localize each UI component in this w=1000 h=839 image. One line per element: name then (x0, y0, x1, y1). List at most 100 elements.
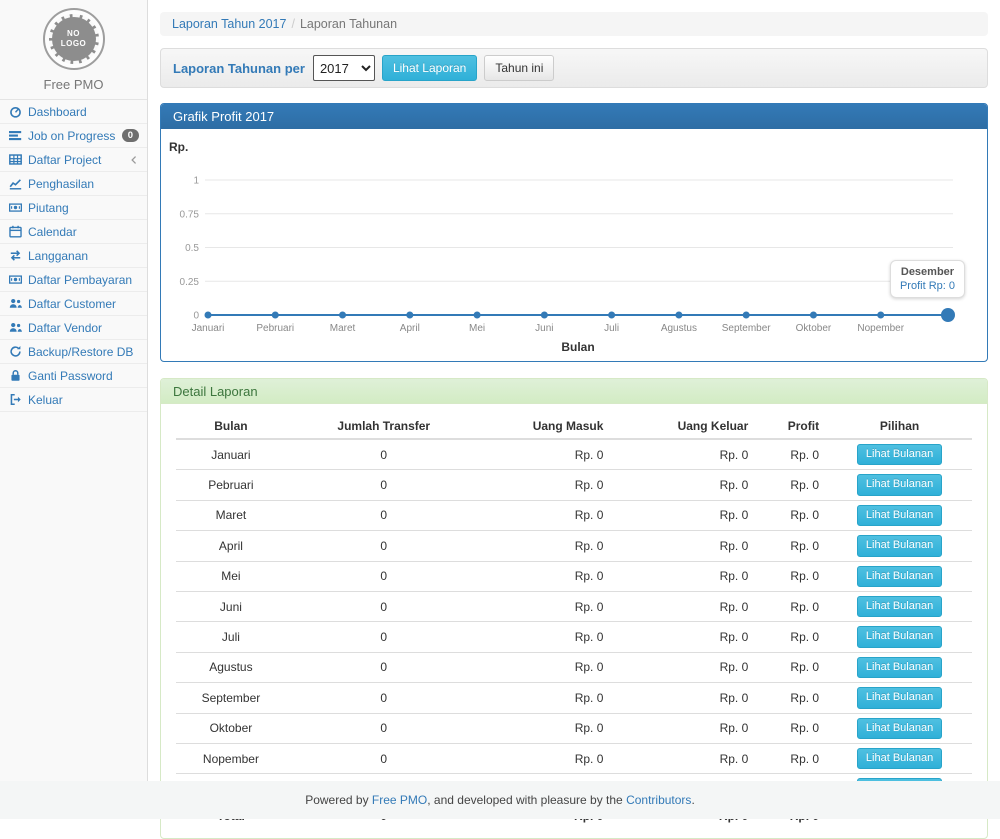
lihat-bulanan-button[interactable]: Lihat Bulanan (857, 657, 942, 678)
table-cell-action: Lihat Bulanan (827, 531, 972, 561)
lihat-bulanan-button[interactable]: Lihat Bulanan (857, 596, 942, 617)
breadcrumb-link-laporan-tahun[interactable]: Laporan Tahun 2017 (172, 17, 286, 31)
table-cell: Rp. 0 (482, 591, 612, 621)
lihat-bulanan-button[interactable]: Lihat Bulanan (857, 444, 942, 465)
x-tick-label: Januari (192, 323, 225, 334)
lihat-bulanan-button[interactable]: Lihat Bulanan (857, 687, 942, 708)
sidebar-item-label: Penghasilan (28, 177, 94, 191)
brand: NO LOGO Free PMO (0, 0, 147, 99)
data-point (541, 312, 548, 319)
refresh-icon (9, 345, 22, 358)
lihat-bulanan-button[interactable]: Lihat Bulanan (857, 474, 942, 495)
lock-icon (9, 369, 22, 382)
sidebar-item-keluar[interactable]: Keluar (0, 388, 147, 412)
table-cell: Rp. 0 (611, 439, 756, 470)
sidebar-item-backup-restore-db[interactable]: Backup/Restore DB (0, 340, 147, 364)
table-cell: Rp. 0 (482, 683, 612, 713)
sidebar-item-dashboard[interactable]: Dashboard (0, 100, 147, 124)
table-cell: Rp. 0 (482, 743, 612, 773)
lihat-bulanan-button[interactable]: Lihat Bulanan (857, 718, 942, 739)
chart-tooltip: Desember Profit Rp: 0 (890, 260, 965, 298)
table-row: September0Rp. 0Rp. 0Rp. 0Lihat Bulanan (176, 683, 972, 713)
sidebar-item-job-on-progress[interactable]: Job on Progress0 (0, 124, 147, 148)
table-cell: Rp. 0 (482, 561, 612, 591)
sidebar-item-piutang[interactable]: Piutang (0, 196, 147, 220)
table-cell: Rp. 0 (482, 713, 612, 743)
column-header-pilihan: Pilihan (827, 414, 972, 439)
chart-area[interactable]: Rp.10.750.50.250JanuariPebruariMaretApri… (161, 129, 987, 361)
table-cell: Oktober (176, 713, 286, 743)
x-axis-title: Bulan (561, 340, 594, 354)
data-point (406, 312, 413, 319)
table-cell: Rp. 0 (756, 531, 827, 561)
table-cell: Maret (176, 500, 286, 530)
table-cell-action: Lihat Bulanan (827, 591, 972, 621)
data-point (474, 312, 481, 319)
table-cell: 0 (286, 683, 482, 713)
data-point (272, 312, 279, 319)
profit-line-chart[interactable]: Rp.10.750.50.250JanuariPebruariMaretApri… (161, 133, 987, 355)
sign-out-icon (9, 393, 22, 406)
y-tick-label: 0.75 (180, 209, 200, 220)
table-cell: Rp. 0 (756, 713, 827, 743)
sidebar-item-label: Keluar (28, 393, 63, 407)
lihat-bulanan-button[interactable]: Lihat Bulanan (857, 566, 942, 587)
tahun-ini-button[interactable]: Tahun ini (484, 55, 554, 82)
table-cell-action: Lihat Bulanan (827, 683, 972, 713)
table-cell: Rp. 0 (756, 500, 827, 530)
x-tick-label: April (400, 323, 420, 334)
table-cell: 0 (286, 561, 482, 591)
table-cell: Rp. 0 (482, 500, 612, 530)
lihat-bulanan-button[interactable]: Lihat Bulanan (857, 626, 942, 647)
dashboard-icon (9, 105, 22, 118)
table-cell-action: Lihat Bulanan (827, 561, 972, 591)
lihat-laporan-button[interactable]: Lihat Laporan (382, 55, 477, 82)
x-tick-label: Nopember (857, 323, 904, 334)
sidebar-item-daftar-project[interactable]: Daftar Project (0, 148, 147, 172)
table-cell: Rp. 0 (482, 439, 612, 470)
lihat-bulanan-button[interactable]: Lihat Bulanan (857, 535, 942, 556)
report-table: BulanJumlah TransferUang MasukUang Kelua… (176, 414, 972, 828)
table-cell: Rp. 0 (611, 743, 756, 773)
sidebar-item-daftar-vendor[interactable]: Daftar Vendor (0, 316, 147, 340)
sidebar-item-label: Ganti Password (28, 369, 113, 383)
footer-text: Powered by Free PMO, and developed with … (305, 793, 695, 807)
table-row: Pebruari0Rp. 0Rp. 0Rp. 0Lihat Bulanan (176, 470, 972, 500)
table-row: Juni0Rp. 0Rp. 0Rp. 0Lihat Bulanan (176, 591, 972, 621)
y-tick-label: 0.25 (180, 277, 200, 288)
column-header-profit: Profit (756, 414, 827, 439)
filter-label: Laporan Tahunan per (173, 61, 305, 76)
sidebar-item-penghasilan[interactable]: Penghasilan (0, 172, 147, 196)
table-cell: Rp. 0 (611, 531, 756, 561)
sidebar-item-daftar-customer[interactable]: Daftar Customer (0, 292, 147, 316)
sidebar-item-label: Daftar Customer (28, 297, 116, 311)
data-point (810, 312, 817, 319)
table-row: Nopember0Rp. 0Rp. 0Rp. 0Lihat Bulanan (176, 743, 972, 773)
lihat-bulanan-button[interactable]: Lihat Bulanan (857, 748, 942, 769)
sidebar-item-langganan[interactable]: Langganan (0, 244, 147, 268)
detail-panel-title: Detail Laporan (161, 379, 987, 404)
no-logo-badge: NO LOGO (43, 8, 105, 70)
sidebar-item-ganti-password[interactable]: Ganti Password (0, 364, 147, 388)
table-cell: Rp. 0 (756, 743, 827, 773)
table-cell: 0 (286, 622, 482, 652)
sidebar-item-daftar-pembayaran[interactable]: Daftar Pembayaran (0, 268, 147, 292)
table-cell: Juli (176, 622, 286, 652)
table-cell: April (176, 531, 286, 561)
sidebar-item-label: Backup/Restore DB (28, 345, 133, 359)
sidebar-item-label: Job on Progress (28, 129, 115, 143)
sidebar-item-label: Daftar Vendor (28, 321, 102, 335)
sidebar-item-calendar[interactable]: Calendar (0, 220, 147, 244)
x-tick-label: September (722, 323, 772, 334)
year-select[interactable]: 2017 (313, 55, 375, 81)
breadcrumb: Laporan Tahun 2017/Laporan Tahunan (160, 12, 988, 36)
lihat-bulanan-button[interactable]: Lihat Bulanan (857, 505, 942, 526)
table-cell: 0 (286, 743, 482, 773)
table-cell-action: Lihat Bulanan (827, 622, 972, 652)
table-cell: Rp. 0 (611, 683, 756, 713)
contributors-link[interactable]: Contributors (626, 793, 691, 807)
sidebar-item-label: Langganan (28, 249, 88, 263)
free-pmo-link[interactable]: Free PMO (372, 793, 427, 807)
column-header-bulan: Bulan (176, 414, 286, 439)
table-cell: Rp. 0 (611, 713, 756, 743)
